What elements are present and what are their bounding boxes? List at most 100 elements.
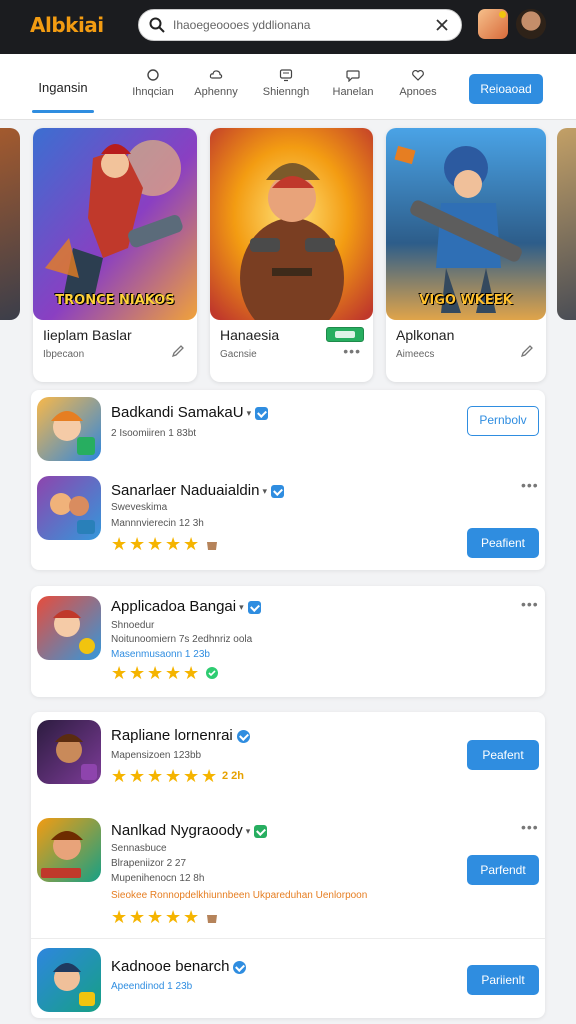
verified-icon <box>247 600 261 614</box>
featured-card-2[interactable]: Hanaesia Gacnsie ••• <box>210 128 373 382</box>
tab-1[interactable]: Ihnqcian <box>126 68 180 98</box>
app-meta: Blrapeniizor 2 27 <box>111 858 187 869</box>
verified-icon <box>254 824 268 838</box>
verified-icon <box>255 406 269 420</box>
verified-icon <box>233 960 247 974</box>
featured-card-3[interactable]: VIGO WKEEK Aplkonan Aimeecs <box>386 128 546 382</box>
divider <box>31 938 545 939</box>
app-name[interactable]: Nanlkad Nygraoody ▾ <box>111 822 268 839</box>
carousel-prev-card[interactable] <box>0 128 20 320</box>
featured-title-3: Aplkonan <box>396 327 455 343</box>
featured-banner-3: VIGO WKEEK <box>419 293 513 308</box>
more-icon[interactable]: ••• <box>343 343 361 359</box>
featured-art-3: VIGO WKEEK <box>386 128 546 320</box>
app-icon[interactable] <box>37 818 101 882</box>
featured-title-1: Iieplam Baslar <box>43 327 132 343</box>
app-list-card: Applicadoa Bangai ▾ ••• Shnoedur Noitunoo… <box>31 586 545 697</box>
app-meta: 2 Isoomiiren 1 83bt <box>111 428 197 439</box>
rating-count: 2 2h <box>222 770 245 782</box>
chevron-down-icon: ▾ <box>239 601 244 612</box>
category-nav: Ingansin Ihnqcian Aphenny Shienngh Hanel… <box>0 54 576 120</box>
search-bar[interactable]: Ihaoegeoooes yddlionana <box>138 9 462 41</box>
app-logo[interactable]: Albkiai <box>30 13 104 37</box>
tab-1-label: Ihnqcian <box>132 86 174 98</box>
profile-avatar[interactable] <box>516 9 546 39</box>
cloud-icon <box>209 70 223 79</box>
featured-banner-1: TRONCE NIAKOS <box>55 293 175 308</box>
install-button[interactable]: Parfendt <box>467 855 539 885</box>
search-icon <box>149 17 165 33</box>
close-icon[interactable] <box>435 18 449 32</box>
edit-icon[interactable] <box>520 344 534 358</box>
app-update: Apeendinod 1 23b <box>111 981 193 992</box>
install-button[interactable]: Pariienlt <box>467 965 539 995</box>
featured-subtitle-1: Ibpecaon <box>43 349 85 360</box>
more-icon[interactable]: ••• <box>521 596 539 612</box>
app-icon[interactable] <box>37 720 101 784</box>
app-name[interactable]: Kadnooe benarch <box>111 958 247 975</box>
install-button[interactable]: Peafient <box>467 528 539 558</box>
bag-icon <box>207 542 217 550</box>
app-icon[interactable] <box>37 476 101 540</box>
chat-icon <box>346 70 360 82</box>
featured-subtitle-3: Aimeecs <box>396 349 435 360</box>
bag-icon <box>207 915 217 923</box>
heart-icon <box>412 69 424 81</box>
star-rating: ★ ★ ★ ★ ★ <box>111 535 219 553</box>
app-tagline: Sieokee Ronnopdelkhiunnbeen Ukpareduhan … <box>111 890 368 901</box>
status-badge <box>326 327 364 342</box>
tab-3[interactable]: Shienngh <box>254 68 318 98</box>
app-developer: Shnoedur <box>111 620 155 631</box>
featured-card-1[interactable]: TRONCE NIAKOS Iieplam Baslar Ibpecaon <box>33 128 197 382</box>
circle-icon <box>147 69 159 81</box>
app-icon[interactable] <box>37 948 101 1012</box>
app-meta: Mapensizoen 123bb <box>111 750 202 761</box>
app-name[interactable]: Sanarlaer Naduaialdin ▾ <box>111 482 284 499</box>
featured-title-2: Hanaesia <box>220 327 280 343</box>
star-rating: ★ ★ ★ ★ ★ <box>111 908 219 926</box>
install-button[interactable]: Peafent <box>467 740 539 770</box>
tab-4[interactable]: Hanelan <box>326 68 380 98</box>
search-input[interactable]: Ihaoegeoooes yddlionana <box>173 18 310 32</box>
star-rating: ★ ★ ★ ★ ★ <box>111 664 219 682</box>
app-update: Masenmusaonn 1 23b <box>111 649 210 660</box>
carousel-next-card[interactable] <box>557 128 576 320</box>
tab-active[interactable]: Ingansin <box>30 80 96 113</box>
user-avatar[interactable] <box>478 9 508 39</box>
more-icon[interactable]: ••• <box>521 819 539 835</box>
app-list-card: Badkandi SamakaU ▾ 2 Isoomiiren 1 83bt Pe… <box>31 390 545 570</box>
star-rating: ★ ★ ★ ★ ★ ★ 2 2h <box>111 766 245 786</box>
verified-icon <box>236 729 250 743</box>
tab-5[interactable]: Apnoes <box>392 68 444 98</box>
edit-icon[interactable] <box>171 344 185 358</box>
tab-3-label: Shienngh <box>262 86 310 98</box>
app-developer: Sennasbuce <box>111 843 167 854</box>
tab-2[interactable]: Aphenny <box>186 68 246 98</box>
tab-5-label: Apnoes <box>399 86 437 98</box>
install-button[interactable]: Pernbolv <box>467 406 539 436</box>
featured-art-2 <box>210 128 373 320</box>
app-meta: Mupenihenocn 12 8h <box>111 873 205 884</box>
check-icon <box>206 667 218 679</box>
app-meta: Mannnvierecin 12 3h <box>111 518 204 529</box>
reload-button[interactable]: Reioaoad <box>469 74 543 104</box>
top-bar: Albkiai Ihaoegeoooes yddlionana <box>0 0 576 54</box>
verified-icon <box>270 484 284 498</box>
app-icon[interactable] <box>37 596 101 660</box>
tab-4-label: Hanelan <box>332 86 374 98</box>
chevron-down-icon: ▾ <box>246 407 252 418</box>
monitor-icon <box>279 69 293 82</box>
app-developer: Sweveskima <box>111 502 168 513</box>
chevron-down-icon: ▾ <box>262 485 267 496</box>
chevron-down-icon: ▾ <box>245 825 251 836</box>
more-icon[interactable]: ••• <box>521 477 539 493</box>
app-meta: Noitunoomiern 7s 2edhnriz oola <box>111 634 253 645</box>
app-name[interactable]: Applicadoa Bangai ▾ <box>111 598 261 615</box>
app-name[interactable]: Rapliane lornenrai <box>111 727 250 744</box>
featured-subtitle-2: Gacnsie <box>220 349 257 360</box>
app-icon[interactable] <box>37 397 101 461</box>
tab-2-label: Aphenny <box>194 86 238 98</box>
app-name[interactable]: Badkandi SamakaU ▾ <box>111 404 269 421</box>
app-list-card: Rapliane lornenrai Mapensizoen 123bb ★ ★ ★… <box>31 712 545 1018</box>
featured-art-1: TRONCE NIAKOS <box>33 128 197 320</box>
